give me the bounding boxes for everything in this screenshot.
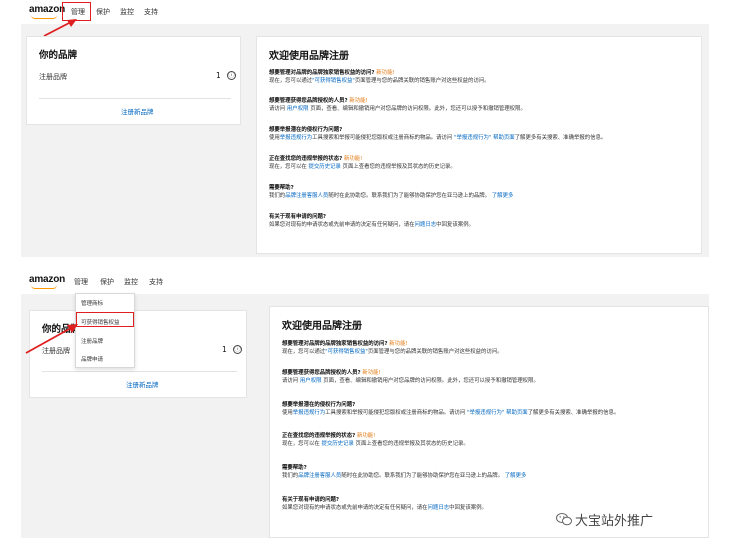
red-arrow-icon [25, 324, 78, 354]
brands-title: 你的品牌 [39, 50, 78, 61]
section-sales-rights: 想要管理对品牌的品牌独家销售权益的访问? 新功能! 现在，您可以通过"可获得销售… [282, 341, 503, 355]
section-need-help: 需要帮助? 我们的品牌注册客服人员随时在此协助您。联系我们为了能够协助保护您在亚… [269, 185, 514, 199]
wechat-icon [556, 513, 572, 526]
section-report-infringement: 想要举报潜在的侵权行为问题? 使用举报违规行为工具搜索和举报可能侵犯您版权或注册… [282, 402, 620, 416]
manage-dropdown-menu: 管理商标 可获得销售权益 注册品牌 品牌申请 [75, 293, 135, 368]
section-existing-application: 有关于现有申请的问题? 如果您对现有的申请状态或先前申请的决定有任何疑问，请在问… [282, 497, 487, 511]
nav-protect[interactable]: 保护 [96, 7, 110, 17]
amazon-smile-icon [31, 285, 57, 289]
section-sales-rights: 想要管理对品牌的品牌独家销售权益的访问? 新功能! 现在，您可以通过"可获得销售… [269, 70, 490, 84]
report-violation-help-link[interactable]: "举报违规行为" [467, 410, 504, 416]
welcome-title: 欢迎使用品牌注册 [282, 321, 362, 332]
sales-rights-link[interactable]: "可获得销售权益" [312, 78, 355, 84]
amazon-logo[interactable]: amazon [29, 4, 65, 15]
new-badge: 新功能! [376, 70, 395, 76]
red-arrow-icon [43, 19, 77, 37]
dropdown-item-brand-applications[interactable]: 品牌申请 [81, 355, 103, 363]
screenshot-top: amazon 管理 保护 监控 支持 你的品牌 注册品牌 1 ⓘ 注册新品牌 欢… [21, 0, 709, 257]
section-report-status: 正在查找您的违规举报的状态? 新功能! 现在，您可以在 提交历史记录 页面上查看… [282, 433, 469, 447]
nav-monitor[interactable]: 监控 [124, 277, 138, 287]
dropdown-item-manage-trademarks[interactable]: 管理商标 [81, 299, 103, 307]
issue-log-link[interactable]: 问题日志 [415, 222, 437, 228]
issue-log-link[interactable]: 问题日志 [428, 505, 450, 511]
section-report-infringement: 想要举报潜在的侵权行为问题? 使用举报违规行为工具搜索和举报可能侵犯您版权或注册… [269, 127, 607, 141]
learn-more-link[interactable]: 了解更多 [492, 193, 514, 199]
watermark-text: 大宝站外推广 [575, 514, 654, 529]
new-badge: 新功能! [349, 98, 368, 104]
report-violation-tool-link[interactable]: 举报违规行为 [293, 410, 325, 416]
amazon-logo[interactable]: amazon [29, 274, 65, 285]
brands-count: 1 [216, 71, 221, 80]
welcome-title: 欢迎使用品牌注册 [269, 51, 349, 62]
info-icon[interactable]: ⓘ [233, 345, 242, 354]
report-violation-help-link[interactable]: "举报违规行为" [454, 135, 491, 141]
brand-support-link[interactable]: 品牌注册客服人员 [298, 473, 341, 479]
section-user-permissions: 想要管理获得您品牌授权的人员? 新功能! 请访问 用户权限 页面，查看、编辑和撤… [269, 98, 526, 112]
new-badge: 新功能! [356, 433, 376, 439]
your-brands-panel: 你的品牌 注册品牌 1 ⓘ 注册新品牌 [26, 36, 241, 125]
divider [42, 371, 237, 372]
nav-monitor[interactable]: 监控 [120, 7, 134, 17]
user-permissions-link[interactable]: 用户权限 [287, 106, 309, 112]
brand-support-link[interactable]: 品牌注册客服人员 [285, 193, 328, 199]
info-icon[interactable]: ⓘ [227, 71, 236, 80]
highlight-box-sales-rights [76, 312, 134, 327]
welcome-panel: 欢迎使用品牌注册 想要管理对品牌的品牌独家销售权益的访问? 新功能! 现在，您可… [256, 36, 702, 254]
top-navbar: amazon 管理 保护 监控 支持 [21, 0, 709, 24]
learn-more-link[interactable]: 了解更多 [505, 473, 527, 479]
brands-count: 1 [222, 345, 227, 354]
nav-manage[interactable]: 管理 [74, 277, 88, 287]
welcome-panel: 欢迎使用品牌注册 想要管理对品牌的品牌独家销售权益的访问? 新功能! 现在，您可… [269, 306, 709, 538]
register-new-brand-link[interactable]: 注册新品牌 [121, 106, 154, 116]
submission-history-link[interactable]: 提交历史记录 [308, 164, 340, 170]
sales-rights-link[interactable]: "可获得销售权益" [325, 349, 368, 355]
screenshot-bottom: amazon 管理 保护 监控 支持 你的品牌 注册品牌 1 ⓘ 注册新品牌 管… [21, 270, 709, 538]
section-need-help: 需要帮助? 我们的品牌注册客服人员随时在此协助您。联系我们为了能够协助保护您在亚… [282, 465, 527, 479]
submission-history-link[interactable]: 提交历史记录 [321, 441, 353, 447]
new-badge: 新功能! [362, 370, 381, 376]
section-user-permissions: 想要管理获得您品牌授权的人员? 新功能! 请访问 用户权限 页面，查看、编辑和撤… [282, 370, 539, 384]
section-report-status: 正在查找您的违规举报的状态? 新功能! 现在，您可以在 提交历史记录 页面上查看… [269, 156, 456, 170]
register-new-brand-link[interactable]: 注册新品牌 [126, 379, 159, 389]
nav-support[interactable]: 支持 [144, 7, 158, 17]
section-existing-application: 有关于现有申请的问题? 如果您对现有的申请状态或先前申请的决定有任何疑问，请在问… [269, 214, 474, 228]
divider [39, 98, 231, 99]
nav-support[interactable]: 支持 [149, 277, 163, 287]
nav-protect[interactable]: 保护 [100, 277, 114, 287]
new-badge: 新功能! [343, 156, 363, 162]
report-violation-tool-link[interactable]: 举报违规行为 [280, 135, 312, 141]
registered-brands-label: 注册品牌 [39, 73, 67, 81]
user-permissions-link[interactable]: 用户权限 [300, 378, 322, 384]
top-navbar: amazon 管理 保护 监控 支持 [21, 270, 709, 294]
dropdown-item-register-brand[interactable]: 注册品牌 [81, 337, 103, 345]
new-badge: 新功能! [389, 341, 408, 347]
